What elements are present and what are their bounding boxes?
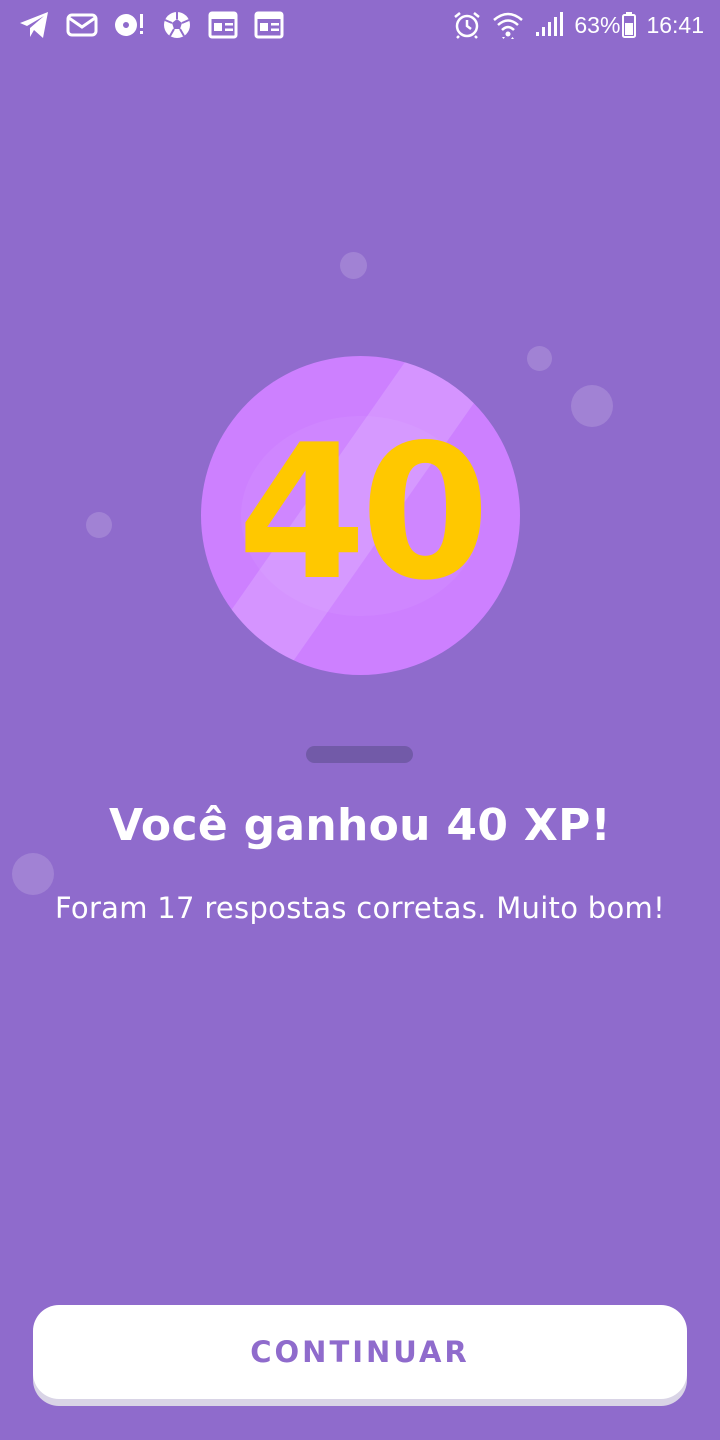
alarm-icon <box>452 10 482 40</box>
system-indicators: 63% 16:41 <box>452 8 704 42</box>
news-icon <box>254 11 284 39</box>
decorative-bubble <box>86 512 112 538</box>
battery-icon <box>622 12 637 38</box>
continue-button[interactable]: CONTINUAR <box>33 1305 687 1399</box>
reward-title: Você ganhou 40 XP! <box>108 800 611 851</box>
divider-pill <box>306 746 413 763</box>
soccer-ball-icon <box>162 10 192 40</box>
status-bar: 63% 16:41 <box>0 0 720 50</box>
decorative-bubble <box>571 385 613 427</box>
disc-alert-icon <box>114 10 146 40</box>
reward-subtitle: Foram 17 respostas corretas. Muito bom! <box>54 891 666 925</box>
news-icon <box>208 11 238 39</box>
signal-icon <box>534 12 564 38</box>
telegram-icon <box>18 10 50 40</box>
continue-button-label: CONTINUAR <box>250 1335 470 1369</box>
decorative-bubble <box>340 252 367 279</box>
notification-icons <box>18 8 284 42</box>
xp-value: 40 <box>237 403 490 621</box>
decorative-bubble <box>527 346 552 371</box>
wifi-icon <box>492 10 524 40</box>
mail-icon <box>66 12 98 38</box>
battery-indicator: 63% <box>574 8 637 42</box>
xp-medallion: 40 <box>201 356 520 675</box>
battery-percent: 63% <box>574 12 621 38</box>
clock: 16:41 <box>646 12 704 38</box>
